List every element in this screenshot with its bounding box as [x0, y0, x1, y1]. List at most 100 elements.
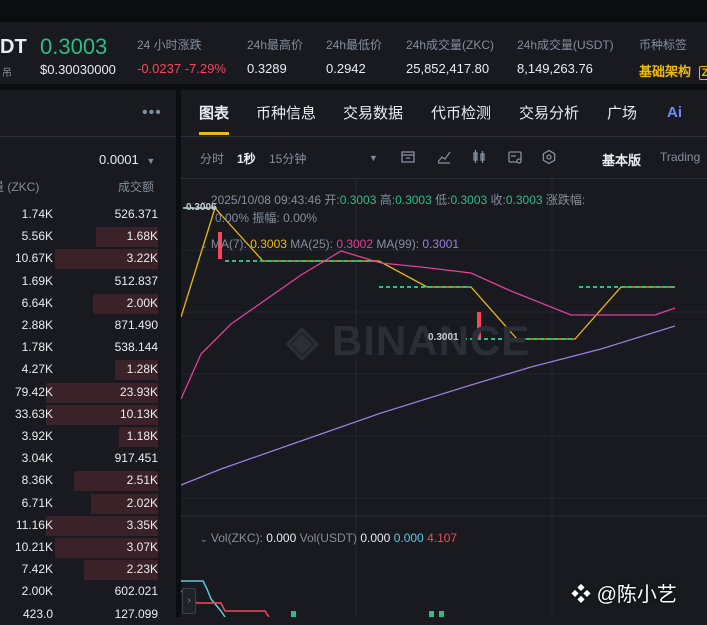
divider: [181, 136, 707, 137]
row-amount: 1.68K: [126, 229, 158, 244]
depth-chart-icon[interactable]: [507, 149, 523, 165]
row-amount: 2.00K: [126, 295, 158, 310]
row-amount: 1.18K: [126, 429, 158, 443]
row-amount: 2.02K: [126, 495, 158, 510]
settings-icon[interactable]: [541, 149, 557, 165]
token-tag-extra[interactable]: Z: [698, 66, 707, 80]
order-book-row[interactable]: 1.78K 538.144: [0, 336, 176, 358]
row-qty: 3.92K: [21, 429, 53, 443]
token-tag-value[interactable]: 基础架构: [639, 64, 691, 79]
row-qty: 6.71K: [21, 495, 53, 510]
legend-chg: 0.00%: [215, 211, 250, 225]
row-qty: 11.16K: [15, 517, 53, 532]
tab-2[interactable]: 交易数据: [343, 102, 403, 123]
row-amount: 3.22K: [126, 251, 158, 266]
order-book-row[interactable]: 2.00K 602.021: [0, 580, 176, 602]
chevron-down-icon: ▼: [146, 156, 156, 166]
stat-label: 24h最低价: [326, 38, 383, 52]
order-book-row[interactable]: 6.64K 2.00K: [0, 292, 176, 314]
ai-button[interactable]: Ai: [667, 104, 682, 121]
row-amount: 10.13K: [119, 406, 158, 421]
interval-1s[interactable]: 1秒: [237, 150, 256, 167]
ma-legend: ⌄ MA(7): 0.3003 MA(25): 0.3002 MA(99): 0…: [200, 237, 459, 251]
order-book-row[interactable]: 10.67K 3.22K: [0, 247, 176, 270]
order-book-row[interactable]: 3.04K 917.451: [0, 447, 176, 469]
interval-time[interactable]: 分时: [200, 150, 224, 167]
indicator-settings-icon[interactable]: [400, 149, 416, 165]
stat-24h-change: 24 小时涨跌 -0.0237 -7.29%: [137, 36, 226, 76]
legend-low: 0.3003: [450, 193, 488, 207]
row-qty: 10.67K: [14, 251, 53, 266]
author-credit: ❖ @陈小艺: [571, 578, 677, 607]
col-header-qty: 数量 (ZKC): [0, 178, 54, 195]
order-book-row[interactable]: 6.71K 2.02K: [0, 492, 176, 514]
row-qty: 3.04K: [21, 451, 53, 466]
order-book-row[interactable]: 11.16K 3.35K: [0, 514, 176, 536]
chevron-down-icon[interactable]: ⌄: [200, 534, 208, 544]
ma7-value: 0.3003: [250, 237, 287, 251]
row-amount: 3.35K: [126, 517, 158, 532]
symbol-name[interactable]: DT: [0, 36, 27, 59]
mode-basic[interactable]: 基本版: [602, 150, 641, 169]
active-tab-indicator: [199, 132, 229, 135]
stat-value: 0.2942: [326, 61, 366, 76]
token-tag-link[interactable]: 基础架构 Z: [639, 61, 707, 80]
row-qty: 423.0: [22, 606, 53, 621]
order-book-row[interactable]: 5.56K 1.68K: [0, 225, 176, 248]
stat-token-tag: 币种标签 基础架构 Z: [639, 36, 707, 80]
row-amount: 2.23K: [126, 562, 158, 577]
ma7-label: MA(7):: [210, 237, 247, 251]
stat-label: 24h最高价: [247, 38, 304, 52]
row-qty: 10.21K: [14, 540, 53, 554]
order-book-row[interactable]: 33.63K 10.13K: [0, 403, 176, 425]
high-price-tag: 0.3006: [186, 202, 217, 213]
last-price-usd: $0.30030000: [40, 62, 116, 77]
volq-ma1: 0.000: [393, 531, 424, 545]
tab-0[interactable]: 图表: [199, 102, 229, 123]
row-qty: 1.69K: [21, 273, 53, 288]
chevron-down-icon[interactable]: ⌄: [200, 240, 208, 250]
ma25-label: MA(25):: [290, 237, 333, 251]
line-chart-icon[interactable]: [436, 149, 452, 165]
ma99-value: 0.3001: [422, 237, 460, 251]
volume-legend: ⌄ Vol(ZKC): 0.000 Vol(USDT) 0.000 0.000 …: [200, 531, 457, 545]
order-book-row[interactable]: 7.42K 2.23K: [0, 558, 176, 581]
ma25-value: 0.3002: [336, 237, 374, 251]
tab-3[interactable]: 代币检测: [431, 102, 491, 123]
order-book-row[interactable]: 4.27K 1.28K: [0, 358, 176, 381]
stat-24h-volume-quote: 24h成交量(USDT) 8,149,263.76: [517, 36, 614, 76]
tab-4[interactable]: 交易分析: [519, 102, 579, 123]
credit-text: @陈小艺: [596, 584, 677, 606]
mode-trading[interactable]: Trading: [660, 150, 700, 164]
legend-datetime: 2025/10/08 09:43:46: [210, 193, 321, 207]
legend-high: 0.3003: [395, 193, 432, 207]
order-book-row[interactable]: 8.36K 2.51K: [0, 469, 176, 492]
legend-chg-label: 涨跌幅:: [545, 193, 586, 207]
order-book-row[interactable]: 1.74K 526.371: [0, 203, 176, 225]
order-book-row[interactable]: 79.42K 23.93K: [0, 381, 176, 403]
volume-bar: [291, 611, 296, 617]
top-nav-bar: [0, 0, 707, 22]
candlestick-icon[interactable]: [471, 149, 487, 165]
row-amount: 871.490: [114, 318, 158, 332]
more-dots-icon[interactable]: •••: [142, 104, 162, 122]
tab-1[interactable]: 币种信息: [256, 102, 316, 123]
stat-value: 25,852,417.80: [406, 61, 490, 76]
ma99-label: MA(99):: [376, 237, 420, 251]
row-amount: 127.099: [114, 606, 158, 621]
tab-5[interactable]: 广场: [607, 102, 637, 123]
row-qty: 7.42K: [21, 562, 53, 577]
legend-low-label: 低:: [435, 193, 451, 207]
chevron-down-icon[interactable]: ▼: [369, 153, 378, 163]
order-book-row[interactable]: 1.69K 512.837: [0, 270, 176, 292]
row-qty: 1.74K: [21, 207, 53, 221]
chevron-right-icon[interactable]: ›: [182, 588, 196, 614]
order-book-row[interactable]: 423.0 127.099: [0, 603, 176, 625]
order-book-row[interactable]: 10.21K 3.07K: [0, 536, 176, 558]
order-book-row[interactable]: 3.92K 1.18K: [0, 425, 176, 447]
interval-15m[interactable]: 15分钟: [269, 150, 306, 167]
precision-select[interactable]: 0.0001 ▼: [99, 152, 155, 167]
row-amount: 512.837: [114, 273, 158, 288]
order-book-row[interactable]: 2.88K 871.490: [0, 314, 176, 336]
row-amount: 23.93K: [119, 384, 158, 399]
